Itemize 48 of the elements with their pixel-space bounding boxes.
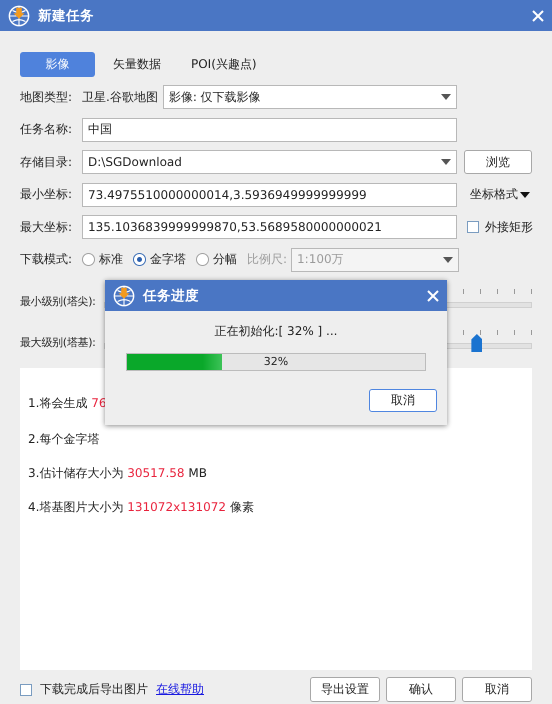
footer-button[interactable]: 确认 [386, 677, 456, 702]
field-label: 最小坐标: [20, 186, 74, 203]
radio-label: 金字塔 [150, 251, 186, 268]
info-line: 4.塔基图片大小为 131072x131072 像素 [28, 500, 254, 515]
min-coord-field[interactable]: 73.4975510000000014,3.5936949999999999 [82, 182, 457, 206]
radio-label: 标准 [99, 251, 123, 268]
close-icon[interactable] [532, 10, 544, 22]
progress-status: 正在初始化:[ 32% ] ... [214, 323, 338, 340]
browse-button[interactable]: 浏览 [464, 150, 532, 174]
max-coord-field[interactable]: 135.1036839999999870,53.5689580000000021 [82, 215, 457, 239]
checkbox[interactable] [20, 684, 32, 696]
task-name-field[interactable]: 中国 [82, 118, 457, 142]
field-label: 地图类型: [20, 88, 74, 106]
radio-label: 分幅 [213, 251, 237, 268]
field-label: 存储目录: [20, 154, 74, 170]
checkbox-label: 外接矩形 [485, 218, 533, 236]
info-line: 2.每个金字塔 [28, 432, 100, 447]
field-label: 最大坐标: [20, 218, 74, 236]
scale-label: 比例尺: [247, 251, 288, 268]
globe-download-icon [8, 4, 30, 26]
map-type-dropdown[interactable]: 影像: 仅下载影像 [162, 85, 457, 109]
info-line: 1.将会生成 76 [28, 396, 107, 411]
radio-button[interactable] [82, 253, 95, 266]
help-link[interactable]: 在线帮助 [156, 681, 204, 698]
tab[interactable]: POI(兴趣点) [179, 52, 269, 77]
footer-button[interactable]: 导出设置 [310, 677, 380, 702]
checkbox[interactable] [467, 221, 479, 233]
close-icon[interactable] [427, 290, 439, 302]
checkbox-label: 下载完成后导出图片 [40, 681, 148, 698]
tab[interactable]: 影像 [20, 52, 95, 77]
progress-reading: 32% [262, 354, 290, 370]
coord-format-button[interactable]: 坐标格式 [470, 186, 530, 203]
radio-button[interactable] [196, 253, 209, 266]
storage-dropdown[interactable]: D:\SGDownload [82, 150, 457, 174]
tab[interactable]: 矢量数据 [101, 52, 173, 77]
slider-thumb[interactable] [471, 334, 482, 352]
globe-download-icon [113, 284, 135, 306]
dialog-title: 任务进度 [143, 286, 200, 304]
slider-label: 最大级别(塔基): [20, 334, 97, 350]
field-label: 下载模式: [20, 251, 74, 268]
info-line: 3.估计储存大小为 30517.58 MB [28, 466, 207, 481]
cancel-button[interactable]: 取消 [369, 389, 437, 412]
field-label: 任务名称: [20, 121, 74, 138]
map-source-text: 卫星.谷歌地图 [82, 88, 158, 106]
footer-button[interactable]: 取消 [462, 677, 532, 702]
slider-label: 最小级别(塔尖): [20, 294, 97, 308]
window-title: 新建任务 [38, 6, 95, 24]
radio-button[interactable] [133, 253, 146, 266]
